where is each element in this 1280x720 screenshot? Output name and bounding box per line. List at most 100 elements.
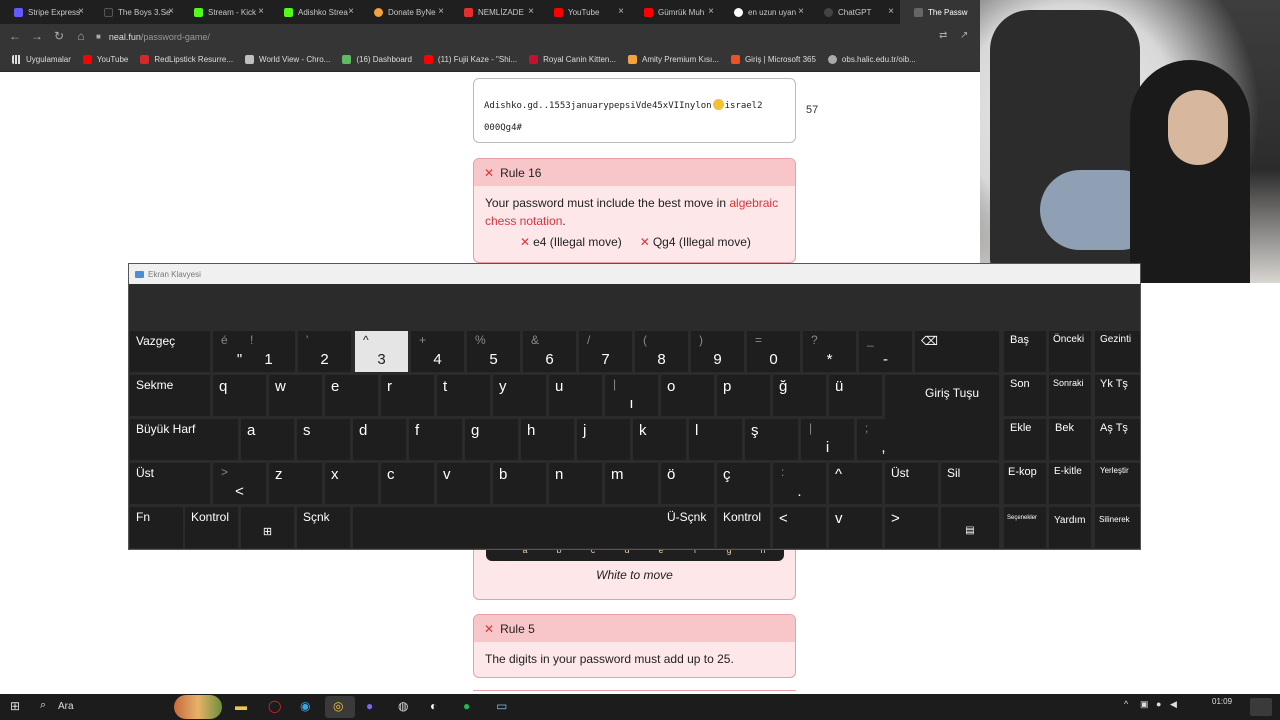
- reload-icon[interactable]: ↻: [48, 29, 70, 43]
- mic-icon[interactable]: ●: [1156, 699, 1161, 709]
- key-8[interactable]: (8: [635, 331, 688, 372]
- key-g-breve[interactable]: ğ: [773, 375, 826, 416]
- key-delete[interactable]: Sil: [941, 463, 999, 504]
- edge-icon[interactable]: ◉: [300, 699, 310, 713]
- home-icon[interactable]: ⌂: [70, 29, 92, 43]
- key-asterisk[interactable]: ? *: [803, 331, 856, 372]
- key-7[interactable]: /7: [579, 331, 632, 372]
- key-h[interactable]: h: [521, 419, 574, 460]
- clock[interactable]: 01:09: [1212, 697, 1232, 706]
- key-comma[interactable]: ;,: [857, 419, 910, 460]
- key-c-cedilla[interactable]: ç: [717, 463, 770, 504]
- bookmark-fujii-kaze[interactable]: (11) Fujii Kaze - "Shi...: [423, 55, 517, 64]
- key-q[interactable]: q: [213, 375, 266, 416]
- key-home[interactable]: Baş: [1004, 331, 1046, 372]
- key-arrow-right[interactable]: >: [885, 507, 938, 548]
- bookmark-world-view[interactable]: World View - Chro...: [245, 55, 330, 64]
- key-period[interactable]: :.: [773, 463, 826, 504]
- key-less-than[interactable]: > <: [213, 463, 266, 504]
- key-minus[interactable]: _ -: [859, 331, 912, 372]
- key-capslock[interactable]: Büyük Harf: [130, 419, 238, 460]
- key-nav[interactable]: Gezinti: [1095, 331, 1140, 372]
- tab-kick-stream[interactable]: Stream - Kick ×: [180, 0, 270, 24]
- key-arrow-left[interactable]: <: [773, 507, 826, 548]
- tab-chatgpt[interactable]: ChatGPT ×: [810, 0, 900, 24]
- key-space[interactable]: [353, 507, 661, 548]
- close-icon[interactable]: ×: [258, 6, 264, 17]
- tab-gumruk[interactable]: Gümrük Muh ×: [630, 0, 720, 24]
- key-scroll-lock[interactable]: Yk Tş: [1095, 375, 1140, 416]
- close-icon[interactable]: ×: [618, 6, 624, 17]
- key-altgr[interactable]: Ü-Sçnk: [661, 507, 714, 548]
- key-page-up[interactable]: Önceki: [1049, 331, 1091, 372]
- network-icon[interactable]: ▣: [1140, 699, 1149, 710]
- key-ctrl-left[interactable]: Kontrol: [185, 507, 238, 548]
- key-s[interactable]: s: [297, 419, 350, 460]
- key-4[interactable]: +4: [411, 331, 464, 372]
- opera-icon[interactable]: ◯: [268, 699, 281, 713]
- tab-youtube[interactable]: YouTube ×: [540, 0, 630, 24]
- key-9[interactable]: ) 9: [691, 331, 744, 372]
- key-0[interactable]: = 0: [747, 331, 800, 372]
- bookmark-royal-canin[interactable]: Royal Canin Kitten...: [529, 55, 616, 64]
- key-c[interactable]: c: [381, 463, 434, 504]
- key-w[interactable]: w: [269, 375, 322, 416]
- bookmark-youtube[interactable]: YouTube: [82, 55, 128, 64]
- key-windows[interactable]: ⊞: [241, 507, 294, 548]
- key-tab[interactable]: Sekme: [130, 375, 210, 416]
- taskbar-search[interactable]: Ara: [58, 701, 74, 712]
- key-page-down[interactable]: Sonraki: [1049, 375, 1091, 416]
- key-end[interactable]: Son: [1004, 375, 1046, 416]
- close-icon[interactable]: ×: [168, 6, 174, 17]
- key-alt[interactable]: Sçnk: [297, 507, 350, 548]
- key-arrow-up[interactable]: ^: [829, 463, 882, 504]
- close-icon[interactable]: ×: [798, 6, 804, 17]
- search-icon[interactable]: ⌕: [40, 699, 46, 712]
- close-icon[interactable]: ×: [78, 6, 84, 17]
- key-arrow-down[interactable]: v: [829, 507, 882, 548]
- keyboard-app-icon[interactable]: ▭: [496, 699, 507, 713]
- key-ctrl-right[interactable]: Kontrol: [717, 507, 770, 548]
- key-n[interactable]: n: [549, 463, 602, 504]
- key-shift-left[interactable]: Üst: [130, 463, 210, 504]
- key-dock[interactable]: Yerleştir: [1095, 463, 1140, 504]
- key-insert[interactable]: Ekle: [1004, 419, 1046, 460]
- bookmark-redlipstick[interactable]: RedLipstick Resurre...: [140, 55, 233, 64]
- key-j[interactable]: j: [577, 419, 630, 460]
- key-o[interactable]: o: [661, 375, 714, 416]
- key-options[interactable]: Seçenekler: [1004, 507, 1046, 548]
- key-page-up-alt[interactable]: Aş Tş: [1095, 419, 1140, 460]
- key-f[interactable]: f: [409, 419, 462, 460]
- spotify-icon[interactable]: ●: [463, 699, 470, 713]
- key-t[interactable]: t: [437, 375, 490, 416]
- key-z[interactable]: z: [269, 463, 322, 504]
- key-l[interactable]: l: [689, 419, 742, 460]
- close-icon[interactable]: ×: [888, 6, 894, 17]
- volume-icon[interactable]: ◀: [1170, 699, 1177, 710]
- file-explorer-icon[interactable]: ▬: [235, 699, 247, 713]
- key-escape[interactable]: Vazgeç: [130, 331, 210, 372]
- key-2[interactable]: ' 2: [298, 331, 351, 372]
- osk-titlebar[interactable]: Ekran Klavyesi: [129, 264, 1140, 284]
- key-d[interactable]: d: [353, 419, 406, 460]
- key-lock[interactable]: E-kitle: [1049, 463, 1091, 504]
- key-v[interactable]: v: [437, 463, 490, 504]
- key-shift-right[interactable]: Üst: [885, 463, 938, 504]
- key-6[interactable]: & 6: [523, 331, 576, 372]
- key-dotless-i[interactable]: | ı: [605, 375, 658, 416]
- key-1[interactable]: ! 1: [242, 331, 295, 372]
- key-e[interactable]: e: [325, 375, 378, 416]
- key-y[interactable]: y: [493, 375, 546, 416]
- key-u-umlaut[interactable]: ü: [829, 375, 882, 416]
- tab-the-boys[interactable]: The Boys 3.Se ×: [90, 0, 180, 24]
- key-3[interactable]: ^ 3: [355, 331, 408, 372]
- close-icon[interactable]: ×: [438, 6, 444, 17]
- key-fade[interactable]: Silinerek: [1095, 507, 1140, 548]
- tab-nemlizade[interactable]: NEMLİZADE ×: [450, 0, 540, 24]
- tray-chevron-icon[interactable]: ^: [1124, 699, 1128, 709]
- close-icon[interactable]: ×: [708, 6, 714, 17]
- tab-google-search[interactable]: en uzun uyan ×: [720, 0, 810, 24]
- close-icon[interactable]: ×: [528, 6, 534, 17]
- key-k[interactable]: k: [633, 419, 686, 460]
- tab-adishko-stream[interactable]: Adishko Strea ×: [270, 0, 360, 24]
